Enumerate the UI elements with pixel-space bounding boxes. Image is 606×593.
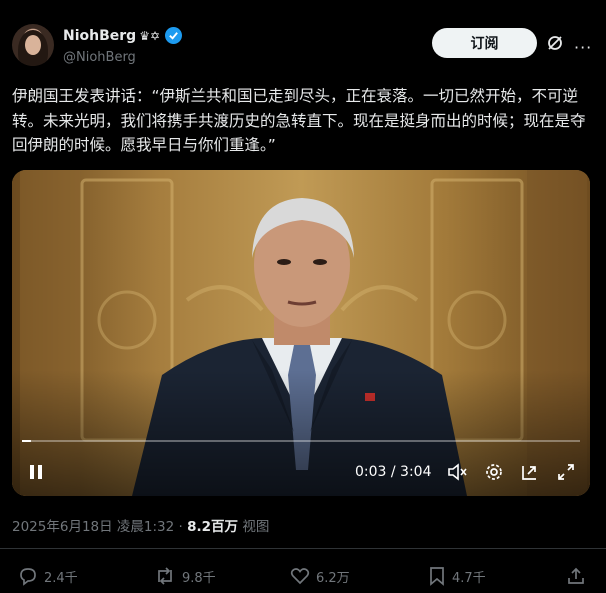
bookmark-icon: [430, 567, 444, 586]
views-count: 8.2百万: [187, 519, 239, 535]
volume-muted-icon[interactable]: [447, 463, 467, 481]
tweet-datetime[interactable]: 2025年6月18日 凌晨1:32: [12, 519, 174, 535]
author-name-suffix: ♛✡: [139, 28, 161, 43]
more-icon[interactable]: ···: [574, 38, 592, 57]
bookmark-button[interactable]: 4.7千: [428, 566, 486, 586]
like-icon: [290, 568, 310, 585]
video-time: 0:03 / 3:04: [355, 464, 432, 480]
like-count: 6.2万: [316, 570, 350, 586]
pause-icon[interactable]: [28, 464, 44, 480]
reply-count: 2.4千: [44, 570, 78, 586]
fullscreen-icon[interactable]: [556, 462, 576, 482]
views-label: 视图: [242, 519, 270, 535]
meta-separator: ·: [178, 519, 183, 535]
grok-icon[interactable]: [546, 34, 564, 56]
like-button[interactable]: 6.2万: [290, 566, 350, 586]
repost-button[interactable]: 9.8千: [154, 566, 216, 586]
subscribe-button[interactable]: 订阅: [432, 28, 537, 58]
author-name[interactable]: NiohBerg ♛✡: [63, 27, 183, 44]
reply-button[interactable]: 2.4千: [18, 566, 78, 586]
verified-badge-icon[interactable]: [165, 27, 183, 44]
divider: [0, 548, 606, 549]
bookmark-count: 4.7千: [452, 570, 486, 586]
repost-count: 9.8千: [182, 570, 216, 586]
video-player[interactable]: 0:03 / 3:04: [12, 170, 590, 496]
repost-icon: [158, 567, 172, 585]
author-avatar[interactable]: [12, 24, 54, 66]
tweet-meta: 2025年6月18日 凌晨1:32 · 8.2百万 视图: [12, 515, 269, 535]
author-name-text[interactable]: NiohBerg: [63, 28, 136, 44]
picture-in-picture-icon[interactable]: [520, 462, 540, 482]
author-handle[interactable]: @NiohBerg: [63, 50, 136, 65]
settings-icon[interactable]: [484, 462, 504, 482]
reply-icon: [20, 568, 36, 586]
video-progress-fill[interactable]: [22, 440, 31, 442]
share-button[interactable]: [566, 566, 586, 586]
share-icon: [568, 567, 584, 584]
tweet-text: 伊朗国王发表讲话：“伊斯兰共和国已走到尽头，正在衰落。一切已然开始，不可逆转。未…: [12, 87, 586, 154]
